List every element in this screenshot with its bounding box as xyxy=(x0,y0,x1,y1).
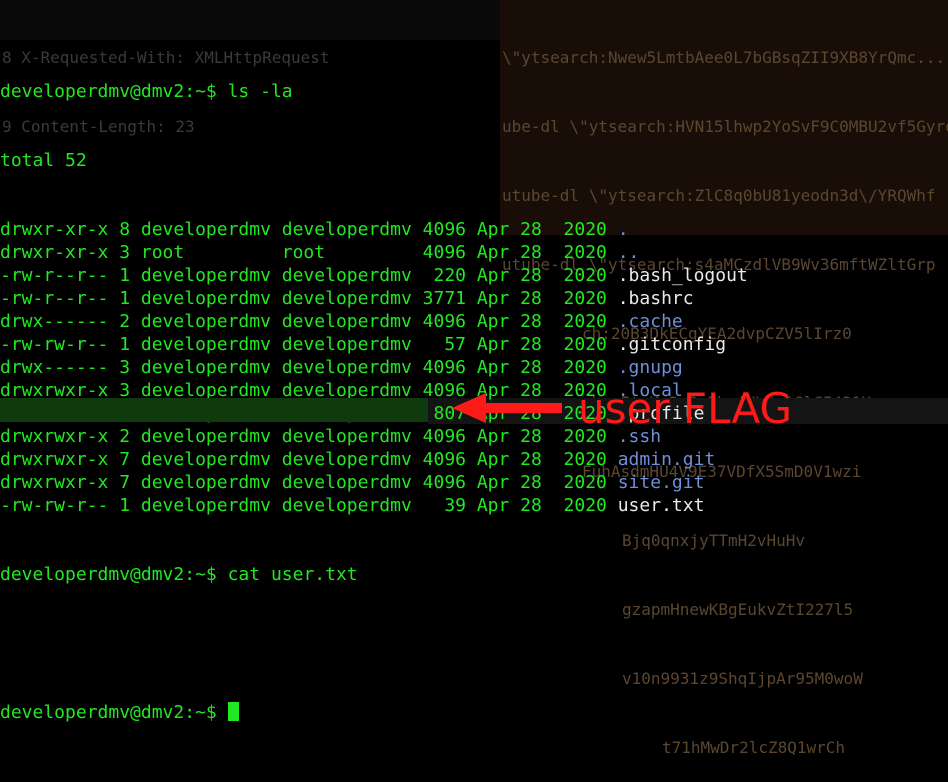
listing-filename: .cache xyxy=(617,311,683,332)
terminal-output[interactable]: developerdmv@dmv2:~$ ls -la total 52 drw… xyxy=(0,34,948,747)
listing-row: -rw-rw-r-- 1 developerdmv developerdmv 5… xyxy=(0,333,948,356)
listing-row: drwxrwxr-x 2 developerdmv developerdmv 4… xyxy=(0,425,948,448)
listing-meta: drwxrwxr-x 7 developerdmv developerdmv 4… xyxy=(0,449,618,470)
listing-filename: . xyxy=(617,219,629,240)
listing-row: -rw-r--r-- 1 developerdmv developerdmv 2… xyxy=(0,264,948,287)
listing-meta: drwxrwxr-x 2 developerdmv developerdmv 4… xyxy=(0,426,618,447)
listing-row: -rw-r--r-- 1 developerdmv developerdmv 3… xyxy=(0,287,948,310)
listing-filename: .bash_logout xyxy=(617,265,748,286)
active-prompt-line[interactable]: developerdmv@dmv2:~$ xyxy=(0,701,948,724)
redacted-flag-bar xyxy=(0,398,428,422)
listing-row: -rw-rw-r-- 1 developerdmv developerdmv 3… xyxy=(0,494,948,517)
listing-filename: site.git xyxy=(617,472,705,493)
listing-meta: drwx------ 2 developerdmv developerdmv 4… xyxy=(0,311,618,332)
shell-prompt: developerdmv@dmv2:~$ xyxy=(0,564,217,585)
arrow-left-icon xyxy=(452,393,562,423)
listing-meta: -rw-rw-r-- 1 developerdmv developerdmv 5… xyxy=(0,334,618,355)
listing-filename: admin.git xyxy=(617,449,716,470)
listing-meta: drwxr-xr-x 8 developerdmv developerdmv 4… xyxy=(0,219,618,240)
listing-meta: -rw-r--r-- 1 developerdmv developerdmv 3… xyxy=(0,288,618,309)
listing-row: drwxrwxr-x 7 developerdmv developerdmv 4… xyxy=(0,471,948,494)
listing-filename: .gnupg xyxy=(617,357,683,378)
redacted-output-line xyxy=(0,632,948,655)
listing-meta: -rw-r--r-- 1 developerdmv developerdmv 2… xyxy=(0,265,618,286)
listing-filename: .gitconfig xyxy=(617,334,727,355)
listing-row: drwx------ 3 developerdmv developerdmv 4… xyxy=(0,356,948,379)
listing-meta: -rw-rw-r-- 1 developerdmv developerdmv 3… xyxy=(0,495,618,516)
total-line: total 52 xyxy=(0,150,87,171)
listing-row: drwxrwxr-x 7 developerdmv developerdmv 4… xyxy=(0,448,948,471)
text-cursor xyxy=(227,702,239,721)
command-line: developerdmv@dmv2:~$ cat user.txt xyxy=(0,563,948,586)
listing-row: drwxr-xr-x 8 developerdmv developerdmv 4… xyxy=(0,218,948,241)
directory-listing: drwxr-xr-x 8 developerdmv developerdmv 4… xyxy=(0,218,948,517)
command-text: cat user.txt xyxy=(227,564,358,585)
listing-filename: .. xyxy=(617,242,640,263)
listing-meta: drwx------ 3 developerdmv developerdmv 4… xyxy=(0,357,618,378)
listing-row: drwxr-xr-x 3 root root 4096 Apr 28 2020 … xyxy=(0,241,948,264)
listing-filename: .bashrc xyxy=(617,288,694,309)
flag-annotation-label: user FLAG xyxy=(578,384,793,433)
command-line: developerdmv@dmv2:~$ ls -la xyxy=(0,80,948,103)
listing-meta: drwxr-xr-x 3 root root 4096 Apr 28 2020 xyxy=(0,242,618,263)
listing-filename: user.txt xyxy=(617,495,705,516)
listing-meta: drwxrwxr-x 7 developerdmv developerdmv 4… xyxy=(0,472,618,493)
command-text: ls -la xyxy=(227,81,293,102)
shell-prompt: developerdmv@dmv2:~$ xyxy=(0,81,217,102)
shell-prompt: developerdmv@dmv2:~$ xyxy=(0,702,217,723)
listing-row: drwx------ 2 developerdmv developerdmv 4… xyxy=(0,310,948,333)
